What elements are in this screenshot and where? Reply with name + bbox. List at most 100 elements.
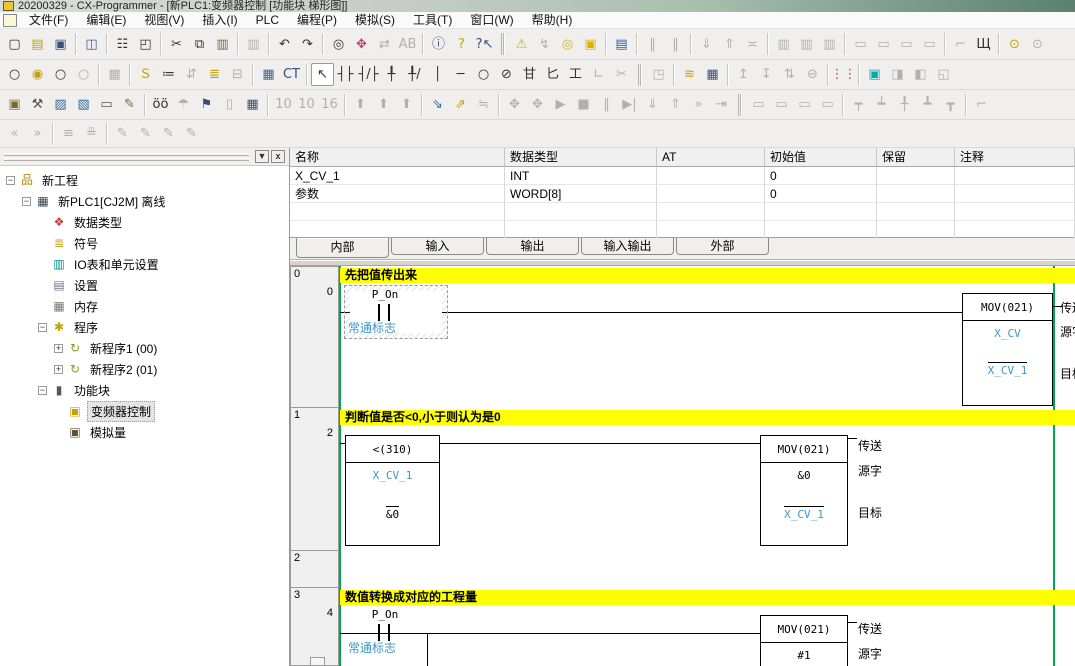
tree-item-plc[interactable]: −▦新PLC1[CJ2M] 离线: [0, 191, 289, 212]
compile-button[interactable]: ≋: [678, 63, 701, 86]
tree-item-label[interactable]: 功能块: [71, 381, 113, 400]
table-cell[interactable]: [955, 203, 1075, 221]
tree-item-label[interactable]: 新程序2 (01): [87, 360, 160, 379]
or-contact-nc-button[interactable]: ╀/: [403, 63, 426, 86]
tree-item-function-blocks[interactable]: −▮功能块: [0, 380, 289, 401]
tree-item-label[interactable]: 新PLC1[CJ2M] 离线: [55, 192, 168, 211]
column-header-4[interactable]: 初始值: [765, 148, 877, 167]
tab-输出[interactable]: 输出: [486, 238, 579, 255]
tree-item-label[interactable]: 变频器控制: [87, 401, 155, 422]
fb-ladder-view-button[interactable]: ▣: [863, 63, 886, 86]
coil-closed-button[interactable]: ⊘: [495, 63, 518, 86]
window-address-reference-button[interactable]: ▭: [95, 93, 118, 116]
vertical-line-button[interactable]: │: [426, 63, 449, 86]
rung3-contact-symbol[interactable]: 常通标志: [348, 639, 396, 656]
table-cell[interactable]: X_CV_1: [290, 167, 505, 185]
rung1-compare-block[interactable]: <(310) X_CV_1 &0: [345, 435, 440, 546]
cut-button[interactable]: ✂: [165, 33, 188, 56]
rung0-contact-symbol[interactable]: 常通标志: [348, 319, 396, 336]
rung1-mov-operand1[interactable]: &0: [761, 469, 847, 482]
contact-nc-button[interactable]: ┤/├: [357, 63, 380, 86]
tree-item-label[interactable]: 新程序1 (00): [87, 339, 160, 358]
tree-item-program[interactable]: +↻新程序2 (01): [0, 359, 289, 380]
menu-8[interactable]: 工具(T): [404, 13, 461, 27]
table-cell[interactable]: [955, 221, 1075, 239]
find-report-button[interactable]: ◎: [556, 33, 579, 56]
zoom-in-button[interactable]: ◉: [26, 63, 49, 86]
binary-view-button[interactable]: ▦: [241, 93, 264, 116]
table-cell[interactable]: [955, 185, 1075, 203]
tree-item-label[interactable]: 符号: [71, 234, 101, 253]
window-properties-button[interactable]: ✎: [118, 93, 141, 116]
fb-invocation-button[interactable]: ⼔: [541, 63, 564, 86]
title-bar[interactable]: 20200329 - CX-Programmer - [新PLC1:变频器控制 …: [0, 0, 1075, 12]
new-button[interactable]: ▢: [3, 33, 26, 56]
window-output-button[interactable]: ⚒: [26, 93, 49, 116]
tree-item-io-table[interactable]: ▥IO表和单元设置: [0, 254, 289, 275]
table-cell[interactable]: INT: [505, 167, 657, 185]
print-preview-button[interactable]: ◰: [134, 33, 157, 56]
rung1-compare-operand1[interactable]: X_CV_1: [346, 469, 439, 482]
io-comment-tool-button[interactable]: 工: [564, 63, 587, 86]
table-cell[interactable]: [657, 221, 765, 239]
tree-item-label[interactable]: 设置: [71, 276, 101, 295]
rung1-mov-operand2[interactable]: X_CV_1: [784, 506, 824, 521]
tree-item-programs[interactable]: −✱程序: [0, 317, 289, 338]
collapse-icon[interactable]: −: [6, 176, 15, 185]
rung0-contact-label[interactable]: P_On: [348, 288, 422, 301]
rung1-margin[interactable]: 1 2: [290, 407, 339, 551]
menu-1[interactable]: 文件(F): [20, 13, 77, 27]
save-button[interactable]: ▣: [49, 33, 72, 56]
show-comment-list-button[interactable]: ≔: [157, 63, 180, 86]
contact-no-button[interactable]: ┤├: [334, 63, 357, 86]
compile-program-button[interactable]: ⚠: [510, 33, 533, 56]
tree-item-program[interactable]: +↻新程序1 (00): [0, 338, 289, 359]
comment-dialog-button[interactable]: ≣: [203, 63, 226, 86]
menu-9[interactable]: 窗口(W): [461, 13, 522, 27]
window-watch-button[interactable]: ▨: [49, 93, 72, 116]
or-contact-no-button[interactable]: ╀: [380, 63, 403, 86]
expand-icon[interactable]: +: [54, 344, 63, 353]
expand-icon[interactable]: +: [54, 365, 63, 374]
column-header-1[interactable]: 名称: [290, 148, 505, 167]
rung3-mov-block[interactable]: MOV(021) #1: [760, 615, 848, 666]
rung1-compare-operand2[interactable]: &0: [386, 506, 399, 521]
table-cell[interactable]: [290, 203, 505, 221]
menu-7[interactable]: 模拟(S): [346, 13, 404, 27]
rung0-mov-operand1[interactable]: X_CV: [963, 327, 1052, 340]
tree-item-label[interactable]: 程序: [71, 318, 101, 337]
time-chart-monitor-button[interactable]: Щ: [972, 33, 995, 56]
panel-header[interactable]: ▼ x: [0, 148, 289, 166]
menu-5[interactable]: PLC: [247, 13, 288, 27]
menu-2[interactable]: 编辑(E): [77, 13, 135, 27]
table-cell[interactable]: [657, 185, 765, 203]
window-cross-reference-button[interactable]: ▧: [72, 93, 95, 116]
table-cell[interactable]: 参数: [290, 185, 505, 203]
table-cell[interactable]: [877, 167, 955, 185]
table-cell[interactable]: [505, 221, 657, 239]
work-online-button[interactable]: ▤: [610, 33, 633, 56]
context-help-button[interactable]: ?↖: [473, 33, 496, 56]
window-project-button[interactable]: ▣: [3, 93, 26, 116]
column-header-3[interactable]: AT: [657, 148, 765, 167]
instruction-box-button[interactable]: 甘: [518, 63, 541, 86]
menu-3[interactable]: 视图(V): [135, 13, 193, 27]
tree-item-label[interactable]: 新工程: [39, 171, 81, 190]
zoom-100-button[interactable]: ○: [49, 63, 72, 86]
table-cell[interactable]: [657, 167, 765, 185]
tree-item-label[interactable]: IO表和单元设置: [71, 255, 162, 274]
table-row[interactable]: [290, 221, 1075, 239]
rung2-margin[interactable]: 2: [290, 550, 339, 588]
tree-item-fb-ladder[interactable]: ▣变频器控制: [0, 401, 289, 422]
force-on-button[interactable]: ⊙: [1003, 33, 1026, 56]
properties-info-button[interactable]: ⓘ: [427, 33, 450, 56]
horizontal-line-button[interactable]: ─: [449, 63, 472, 86]
menu-4[interactable]: 插入(I): [193, 13, 246, 27]
tree-item-workspace[interactable]: −品新工程: [0, 170, 289, 191]
rung0-mov-block[interactable]: MOV(021) X_CV X_CV_1: [962, 293, 1053, 406]
undo-button[interactable]: ↶: [273, 33, 296, 56]
table-cell[interactable]: WORD[8]: [505, 185, 657, 203]
tab-输入输出[interactable]: 输入输出: [581, 238, 674, 255]
tab-外部[interactable]: 外部: [676, 238, 769, 255]
rung0-mov-operand2[interactable]: X_CV_1: [988, 362, 1028, 377]
